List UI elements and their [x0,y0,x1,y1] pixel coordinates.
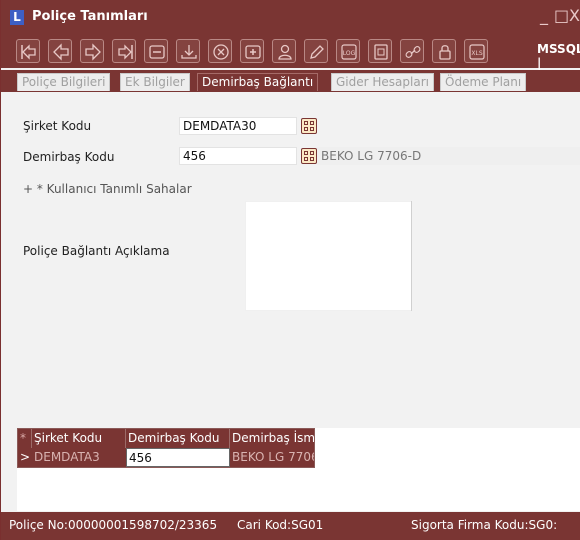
svg-text:XLS: XLS [471,50,482,57]
grid-cell-active[interactable]: 456 [126,448,230,467]
user-defined-fields-toggle[interactable]: + * Kullanıcı Tanımlı Sahalar [23,182,192,196]
asset-lookup-icon[interactable] [301,148,317,164]
cari-code-status: Cari Kod:SG01 [237,518,324,532]
prev-record-icon[interactable] [48,39,72,63]
grid-corner: * [18,429,32,448]
tab-police-bilgileri[interactable]: Poliçe Bilgileri [17,73,111,91]
doc-icon[interactable] [368,39,392,63]
toolbar: LOG XLS [1,34,580,68]
maximize-button[interactable]: □ [554,6,569,25]
title-bar: L Poliçe Tanımları _ □ X [1,0,580,34]
policy-number-status: Poliçe No:00000001598702/23365 [9,518,218,532]
app-logo-icon: L [10,10,24,25]
window-title: Poliçe Tanımları [32,9,148,24]
insurer-code-status: Sigorta Firma Kodu:SG0: [411,518,558,532]
user-icon[interactable] [272,39,296,63]
tab-odeme-plani[interactable]: Ödeme Planı [440,73,527,91]
grid-area: * Şirket Kodu Demirbaş Kodu Demirbaş İsm… [17,428,580,511]
minimize-button[interactable]: _ [540,6,548,25]
tab-gider-hesaplari[interactable]: Gider Hesapları [331,73,434,91]
data-grid: * Şirket Kodu Demirbaş Kodu Demirbaş İsm… [17,428,315,468]
row-indicator: > [20,450,31,464]
add-icon[interactable] [240,39,264,63]
company-lookup-icon[interactable] [301,118,317,134]
description-field[interactable] [245,201,412,311]
svg-text:LOG: LOG [343,50,356,57]
edit-icon[interactable] [304,39,328,63]
tab-strip: Poliçe Bilgileri Ek Bilgiler Demirbaş Ba… [1,70,580,92]
window: L Poliçe Tanımları _ □ X LOG XLS MSSQL |… [0,0,580,540]
description-scroll-edge [411,201,412,311]
asset-code-field[interactable]: 456 [179,147,297,165]
company-code-label: Şirket Kodu [23,119,92,133]
grid-header-asset-code[interactable]: Demirbaş Kodu [126,429,230,448]
company-code-field[interactable]: DEMDATA30 [179,117,297,135]
next-record-icon[interactable] [80,39,104,63]
asset-name-display: BEKO LG 7706-D [317,147,580,165]
tab-ek-bilgiler[interactable]: Ek Bilgiler [120,73,190,91]
xls-icon[interactable]: XLS [464,39,488,63]
grid-cell[interactable]: DEMDATA3 [32,448,126,467]
status-bar: Poliçe No:00000001598702/23365 Cari Kod:… [1,512,580,540]
download-icon[interactable] [176,39,200,63]
grid-header-company-code[interactable]: Şirket Kodu [32,429,126,448]
grid-header-asset-name[interactable]: Demirbaş İsmi [230,429,314,448]
tab-demirbas-baglanti[interactable]: Demirbaş Bağlantı [197,73,319,91]
last-record-icon[interactable] [112,39,136,63]
cancel-icon[interactable] [208,39,232,63]
grid-cell[interactable]: BEKO LG 7706- [230,448,314,467]
asset-code-label: Demirbaş Kodu [23,150,115,164]
lock-icon[interactable] [432,39,456,63]
minus-icon[interactable] [144,39,168,63]
link-icon[interactable] [400,39,424,63]
log-icon[interactable]: LOG [336,39,360,63]
first-record-icon[interactable] [16,39,40,63]
db-connection-label: MSSQL | [537,42,580,70]
close-button[interactable]: X [569,6,580,25]
description-label: Poliçe Bağlantı Açıklama [23,244,170,258]
